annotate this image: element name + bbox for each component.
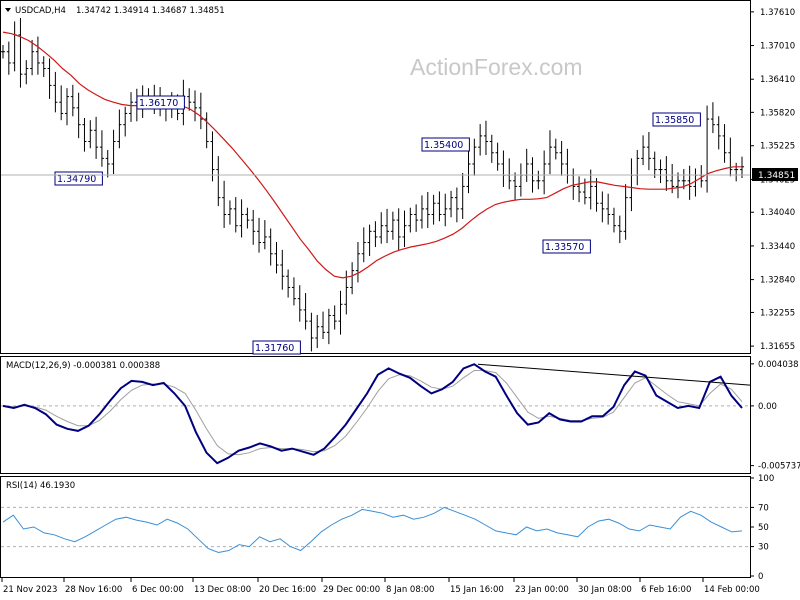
rsi-tick-label: 0: [758, 572, 763, 582]
macd-tick-label: 0.004038: [758, 360, 799, 370]
date-axis: 21 Nov 2023 28 Nov 16:00 6 Dec 00:00 13 Dec…: [1, 578, 760, 595]
rsi-axis: 100 70 50 30 0: [750, 474, 774, 582]
svg-text:1.35850: 1.35850: [655, 115, 694, 126]
price-tick-label: 1.37610: [760, 8, 795, 18]
chart-canvas: ActionForex.com USDCAD,H4 1.34742 1.3491…: [0, 0, 800, 595]
macd-axis: 0.004038 0.00 -0.005737: [750, 360, 800, 472]
svg-text:1.34790: 1.34790: [57, 174, 96, 185]
price-annotation: 1.35400: [421, 137, 470, 152]
rsi-title: RSI(14) 46.1930: [6, 481, 75, 491]
price-annotation: 1.33570: [542, 239, 591, 254]
price-tick-label: 1.37010: [760, 42, 795, 52]
rsi-tick-label: 50: [758, 523, 769, 533]
macd-title: MACD(12,26,9) -0.000381 0.000388: [6, 361, 160, 371]
svg-text:1.36170: 1.36170: [139, 98, 178, 109]
svg-text:1.33570: 1.33570: [545, 242, 584, 253]
rsi-tick-label: 70: [758, 503, 769, 513]
current-price-label: 1.34851: [758, 171, 795, 181]
price-tick-label: 1.33440: [760, 242, 795, 252]
price-tick-label: 1.35820: [760, 108, 795, 118]
rsi-tick-label: 100: [758, 474, 774, 484]
price-tick-label: 1.32255: [760, 308, 795, 318]
price-tick-label: 1.36410: [760, 75, 795, 85]
svg-text:1.31760: 1.31760: [255, 343, 294, 354]
price-tick-label: 1.31655: [760, 342, 795, 352]
rsi-panel: [0, 476, 751, 578]
price-annotation: 1.34790: [54, 171, 103, 186]
price-annotation: 1.36170: [136, 95, 185, 110]
date-tick-label: 8 Jan 08:00: [386, 585, 434, 595]
price-panel: [0, 0, 751, 354]
price-annotation: 1.31760: [252, 340, 301, 355]
price-tick-label: 1.34040: [760, 208, 795, 218]
price-tick-label: 1.35225: [760, 142, 795, 152]
date-tick-label: 13 Dec 08:00: [194, 585, 251, 595]
date-tick-label: 6 Dec 00:00: [132, 585, 184, 595]
date-tick-label: 23 Jan 00:00: [515, 585, 569, 595]
date-tick-label: 29 Dec 00:00: [323, 585, 380, 595]
date-tick-label: 6 Feb 16:00: [641, 585, 691, 595]
macd-tick-label: 0.00: [758, 402, 777, 412]
date-tick-label: 28 Nov 16:00: [65, 585, 122, 595]
rsi-tick-label: 30: [758, 543, 769, 553]
price-annotation: 1.35850: [652, 112, 701, 127]
date-tick-label: 30 Jan 08:00: [578, 585, 632, 595]
date-tick-label: 14 Feb 00:00: [704, 585, 760, 595]
date-tick-label: 15 Jan 16:00: [450, 585, 504, 595]
ohlc-values: 1.34742 1.34914 1.34687 1.34851: [76, 6, 225, 16]
watermark: ActionForex.com: [410, 54, 583, 80]
macd-tick-label: -0.005737: [758, 462, 800, 472]
date-tick-label: 20 Dec 16:00: [259, 585, 316, 595]
price-tick-label: 1.32840: [760, 276, 795, 286]
macd-panel: [0, 356, 751, 474]
svg-text:1.35400: 1.35400: [424, 140, 463, 151]
symbol-label: USDCAD,H4: [15, 6, 66, 16]
date-tick-label: 21 Nov 2023: [3, 585, 57, 595]
